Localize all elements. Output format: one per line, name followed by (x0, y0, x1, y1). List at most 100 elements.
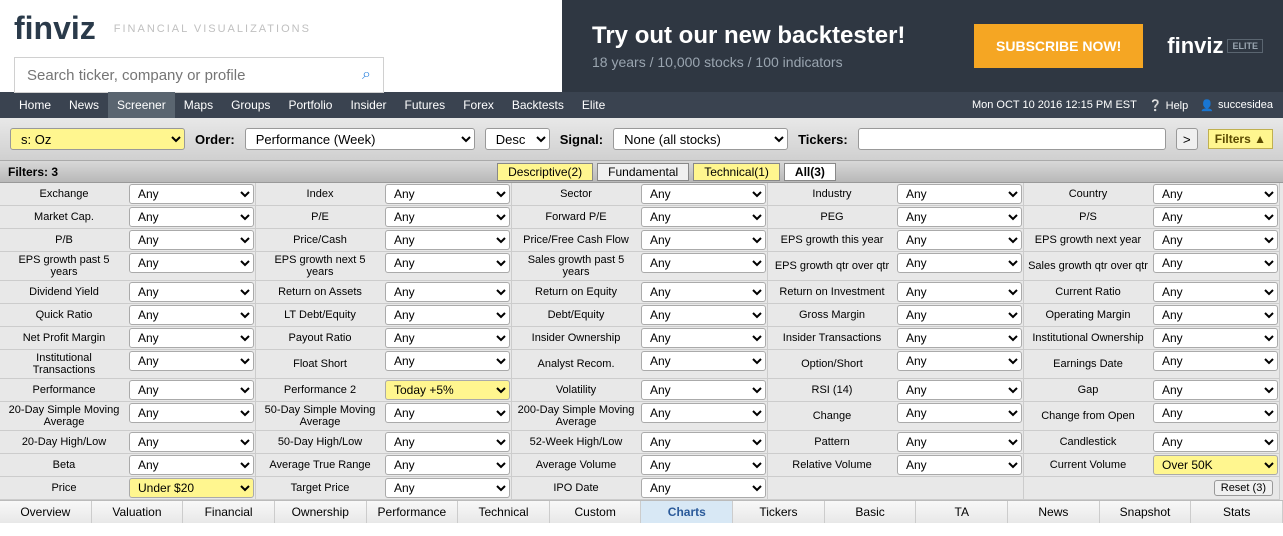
filter-select[interactable]: Any (641, 455, 766, 475)
go-button[interactable]: > (1176, 128, 1198, 150)
filter-select[interactable]: Any (1153, 184, 1278, 204)
filter-tab[interactable]: All(3) (784, 163, 836, 181)
view-tab-basic[interactable]: Basic (825, 501, 917, 523)
view-tab-technical[interactable]: Technical (458, 501, 550, 523)
filter-select[interactable]: Any (897, 432, 1022, 452)
filter-select[interactable]: Any (1153, 380, 1278, 400)
filter-select[interactable]: Any (1153, 328, 1278, 348)
view-tab-snapshot[interactable]: Snapshot (1100, 501, 1192, 523)
filter-select[interactable]: Any (1153, 432, 1278, 452)
view-tab-performance[interactable]: Performance (367, 501, 459, 523)
filter-select[interactable]: Any (129, 380, 254, 400)
view-tab-charts[interactable]: Charts (641, 501, 733, 523)
filter-select[interactable]: Any (1153, 207, 1278, 227)
filters-toggle[interactable]: Filters ▲ (1208, 129, 1273, 149)
nav-help[interactable]: ❔ Help (1149, 99, 1188, 112)
filter-select[interactable]: Any (641, 253, 766, 273)
filter-select[interactable]: Any (897, 230, 1022, 250)
view-tab-overview[interactable]: Overview (0, 501, 92, 523)
filter-select[interactable]: Any (641, 403, 766, 423)
filter-select[interactable]: Any (129, 282, 254, 302)
nav-item-screener[interactable]: Screener (108, 92, 175, 118)
filter-select[interactable]: Any (641, 380, 766, 400)
view-tab-valuation[interactable]: Valuation (92, 501, 184, 523)
filter-select[interactable]: Any (1153, 351, 1278, 371)
logo[interactable]: finviz (14, 10, 96, 47)
search-box[interactable]: ⌕ (14, 57, 384, 93)
filter-select[interactable]: Any (897, 253, 1022, 273)
nav-item-maps[interactable]: Maps (175, 92, 222, 118)
direction-select[interactable]: Desc (485, 128, 550, 150)
reset-button[interactable]: Reset (3) (1214, 480, 1273, 496)
filter-select[interactable]: Any (641, 328, 766, 348)
filter-select[interactable]: Any (897, 403, 1022, 423)
view-tab-stats[interactable]: Stats (1191, 501, 1283, 523)
filter-select[interactable]: Any (385, 328, 510, 348)
filter-tab[interactable]: Descriptive(2) (497, 163, 593, 181)
search-input[interactable] (27, 67, 362, 84)
nav-item-insider[interactable]: Insider (341, 92, 395, 118)
view-tab-ownership[interactable]: Ownership (275, 501, 367, 523)
filter-select[interactable]: Any (129, 328, 254, 348)
view-tab-news[interactable]: News (1008, 501, 1100, 523)
filter-select[interactable]: Any (897, 207, 1022, 227)
signal-select[interactable]: None (all stocks) (613, 128, 788, 150)
filter-select[interactable]: Any (1153, 282, 1278, 302)
nav-item-forex[interactable]: Forex (454, 92, 503, 118)
filter-select[interactable]: Any (129, 305, 254, 325)
filter-select[interactable]: Any (897, 184, 1022, 204)
filter-select[interactable]: Any (129, 432, 254, 452)
view-tab-ta[interactable]: TA (916, 501, 1008, 523)
filter-select[interactable]: Over 50K (1153, 455, 1278, 475)
filter-select[interactable]: Any (385, 432, 510, 452)
filter-select[interactable]: Any (129, 230, 254, 250)
filter-select[interactable]: Any (641, 230, 766, 250)
filter-select[interactable]: Any (641, 282, 766, 302)
filter-select[interactable]: Any (385, 230, 510, 250)
nav-item-groups[interactable]: Groups (222, 92, 279, 118)
filter-select[interactable]: Any (897, 305, 1022, 325)
search-icon[interactable]: ⌕ (362, 66, 371, 84)
filter-select[interactable]: Any (897, 455, 1022, 475)
filter-select[interactable]: Any (897, 282, 1022, 302)
nav-item-elite[interactable]: Elite (573, 92, 614, 118)
filter-select[interactable]: Any (1153, 403, 1278, 423)
tickers-input[interactable] (858, 128, 1166, 150)
filter-select[interactable]: Any (897, 351, 1022, 371)
nav-item-portfolio[interactable]: Portfolio (279, 92, 341, 118)
nav-item-futures[interactable]: Futures (396, 92, 455, 118)
filter-select[interactable]: Any (641, 351, 766, 371)
filter-select[interactable]: Any (385, 207, 510, 227)
view-tab-financial[interactable]: Financial (183, 501, 275, 523)
filter-select[interactable]: Any (641, 305, 766, 325)
filter-tab[interactable]: Fundamental (597, 163, 689, 181)
elite-logo[interactable]: finviz ELITE (1167, 33, 1263, 59)
filter-select[interactable]: Any (129, 455, 254, 475)
filter-select[interactable]: Any (385, 305, 510, 325)
filter-select[interactable]: Any (897, 328, 1022, 348)
subscribe-button[interactable]: SUBSCRIBE NOW! (974, 24, 1143, 68)
filter-select[interactable]: Any (641, 478, 766, 498)
filter-select[interactable]: Any (385, 403, 510, 423)
filter-select[interactable]: Any (385, 184, 510, 204)
view-tab-custom[interactable]: Custom (550, 501, 642, 523)
filter-select[interactable]: Any (129, 207, 254, 227)
filter-select[interactable]: Any (129, 253, 254, 273)
filter-select[interactable]: Any (641, 432, 766, 452)
nav-item-backtests[interactable]: Backtests (503, 92, 573, 118)
nav-item-news[interactable]: News (60, 92, 108, 118)
filter-select[interactable]: Today +5% (385, 380, 510, 400)
filter-select[interactable]: Any (129, 184, 254, 204)
filter-select[interactable]: Any (385, 351, 510, 371)
view-tab-tickers[interactable]: Tickers (733, 501, 825, 523)
filter-select[interactable]: Any (1153, 253, 1278, 273)
filter-select[interactable]: Any (1153, 305, 1278, 325)
filter-tab[interactable]: Technical(1) (693, 163, 780, 181)
filter-select[interactable]: Any (385, 478, 510, 498)
filter-select[interactable]: Any (385, 282, 510, 302)
filter-select[interactable]: Any (897, 380, 1022, 400)
filter-select[interactable]: Any (385, 253, 510, 273)
filter-select[interactable]: Any (129, 403, 254, 423)
filter-select[interactable]: Any (641, 207, 766, 227)
filter-select[interactable]: Any (385, 455, 510, 475)
